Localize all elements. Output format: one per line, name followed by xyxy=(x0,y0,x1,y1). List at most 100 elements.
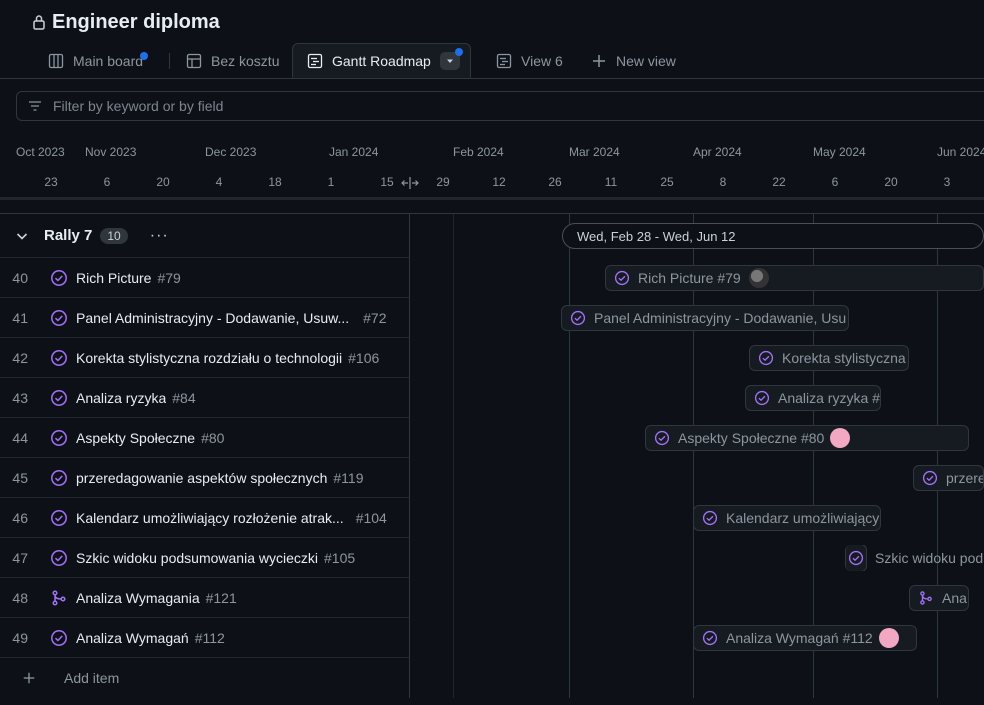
item-title[interactable]: Analiza Wymagania xyxy=(76,590,200,606)
issue-number: #112 xyxy=(194,629,225,646)
gantt-bar[interactable]: Aspekty Społeczne #80 xyxy=(645,425,969,451)
board-icon xyxy=(48,53,64,69)
bar-label: Kalendarz umożliwiający xyxy=(726,510,880,526)
gantt-bar[interactable]: Panel Administracyjny - Dodawanie, Usu xyxy=(561,305,849,331)
gantt-bar[interactable]: Szkic widoku pod xyxy=(845,545,984,571)
issue-closed-icon xyxy=(51,629,67,646)
issue-closed-icon xyxy=(51,309,67,326)
roadmap-icon xyxy=(496,53,512,69)
issue-closed-icon xyxy=(51,269,67,286)
tab-label: Main board xyxy=(73,53,144,69)
gantt-bar[interactable]: Rich Picture #79 xyxy=(605,265,984,291)
group-header[interactable]: Rally 7 10 ··· xyxy=(0,214,409,257)
issue-closed-icon xyxy=(848,550,864,566)
table-icon xyxy=(186,53,202,69)
table-row[interactable]: 47 Szkic widoku podsumowania wycieczki #… xyxy=(0,537,409,577)
bar-label: Ana xyxy=(942,590,967,606)
view-tabs: Main board Bez kosztu Gantt Roadmap View… xyxy=(0,43,984,79)
bar-label: Analiza Wymagań #112 xyxy=(726,630,873,646)
issue-number: #104 xyxy=(355,509,387,526)
item-title[interactable]: przeredagowanie aspektów społecznych xyxy=(76,470,327,486)
day-label: 1 xyxy=(327,175,335,189)
day-label: 29 xyxy=(436,175,450,189)
issue-closed-icon xyxy=(922,470,938,486)
issue-number: #79 xyxy=(157,269,181,286)
pull-request-merged-icon xyxy=(920,591,932,605)
project-header: Engineer diploma xyxy=(32,8,220,36)
resize-handle-icon[interactable] xyxy=(401,175,419,191)
more-options-icon[interactable]: ··· xyxy=(150,227,169,245)
item-title[interactable]: Rich Picture xyxy=(76,270,151,286)
roadmap-icon xyxy=(307,53,323,68)
table-row[interactable]: 46 Kalendarz umożliwiający rozłożenie at… xyxy=(0,497,409,537)
group-date-range: Wed, Feb 28 - Wed, Jun 12 xyxy=(562,223,984,249)
issue-closed-icon xyxy=(702,630,718,646)
day-label: 18 xyxy=(268,175,282,189)
item-title[interactable]: Szkic widoku podsumowania wycieczki xyxy=(76,550,318,566)
issue-closed-icon xyxy=(51,509,67,526)
chevron-down-icon[interactable] xyxy=(14,228,30,244)
table-row[interactable]: 49 Analiza Wymagań #112 xyxy=(0,617,409,657)
unsaved-indicator xyxy=(454,47,463,56)
item-title[interactable]: Kalendarz umożliwiający rozłożenie atrak… xyxy=(76,510,344,526)
grid-line xyxy=(453,214,454,698)
month-label: Feb 2024 xyxy=(453,145,504,159)
item-title[interactable]: Aspekty Społeczne xyxy=(76,430,195,446)
item-title[interactable]: Analiza Wymagań xyxy=(76,630,189,646)
day-label: 23 xyxy=(44,175,58,189)
gantt-bar[interactable]: Analiza ryzyka # xyxy=(745,385,881,411)
item-title[interactable]: Analiza ryzyka xyxy=(76,390,166,406)
gantt-bar[interactable]: Analiza Wymagań #112 xyxy=(693,625,917,651)
table-row[interactable]: 48 Analiza Wymagania #121 xyxy=(0,577,409,617)
view-options-button[interactable] xyxy=(439,47,463,70)
new-view-button[interactable]: New view xyxy=(591,44,676,78)
tab-label: View 6 xyxy=(521,53,563,69)
row-number: 44 xyxy=(12,429,28,446)
day-label: 3 xyxy=(943,175,951,189)
bar-label: Panel Administracyjny - Dodawanie, Usu xyxy=(594,310,847,326)
item-title[interactable]: Korekta stylistyczna rozdziału o technol… xyxy=(76,350,342,366)
day-label: 6 xyxy=(103,175,111,189)
day-label: 8 xyxy=(719,175,727,189)
row-number: 41 xyxy=(12,309,28,326)
add-item-button[interactable]: Add item xyxy=(0,657,409,698)
issue-number: #121 xyxy=(205,589,237,606)
gantt-bar[interactable]: Kalendarz umożliwiający xyxy=(693,505,881,531)
day-label: 15 xyxy=(380,175,394,189)
month-label: May 2024 xyxy=(813,145,866,159)
day-label: 26 xyxy=(548,175,562,189)
table-row[interactable]: 40 Rich Picture #79 xyxy=(0,257,409,297)
table-row[interactable]: 44 Aspekty Społeczne #80 xyxy=(0,417,409,457)
gantt-bar[interactable]: przere xyxy=(913,465,984,491)
table-row[interactable]: 45 przeredagowanie aspektów społecznych … xyxy=(0,457,409,497)
grid-line xyxy=(569,214,570,698)
tab-main-board[interactable]: Main board xyxy=(48,44,148,78)
tab-bez-kosztu[interactable]: Bez kosztu xyxy=(186,44,279,78)
unsaved-indicator xyxy=(140,52,148,60)
gantt-bar[interactable]: Korekta stylistyczna xyxy=(749,345,909,371)
issue-closed-icon xyxy=(702,510,718,526)
tab-separator xyxy=(169,53,170,69)
row-number: 43 xyxy=(12,389,28,406)
day-label: 20 xyxy=(156,175,170,189)
tab-gantt-roadmap[interactable]: Gantt Roadmap xyxy=(292,43,471,78)
row-number: 48 xyxy=(12,589,28,606)
tab-view-6[interactable]: View 6 xyxy=(496,44,563,78)
issue-closed-icon xyxy=(614,270,630,286)
bar-label: Rich Picture #79 xyxy=(638,270,741,286)
timeline-months: Oct 2023 Nov 2023 Dec 2023 Jan 2024 Feb … xyxy=(0,145,984,163)
bar-label: przere xyxy=(946,470,984,486)
table-row[interactable]: 43 Analiza ryzyka #84 xyxy=(0,377,409,417)
issue-closed-icon xyxy=(51,349,67,366)
add-item-label: Add item xyxy=(64,670,120,686)
table-row[interactable]: 41 Panel Administracyjny - Dodawanie, Us… xyxy=(0,297,409,337)
month-label: Mar 2024 xyxy=(569,145,620,159)
bar-label: Szkic widoku pod xyxy=(875,550,984,566)
filter-input[interactable]: Filter by keyword or by field xyxy=(16,91,984,121)
table-row[interactable]: 42 Korekta stylistyczna rozdziału o tech… xyxy=(0,337,409,377)
issue-closed-icon xyxy=(570,310,586,326)
avatar xyxy=(878,628,899,648)
item-title[interactable]: Panel Administracyjny - Dodawanie, Usuw.… xyxy=(76,310,349,326)
gantt-bar[interactable]: Ana xyxy=(909,585,969,611)
issue-number: #119 xyxy=(333,469,364,486)
